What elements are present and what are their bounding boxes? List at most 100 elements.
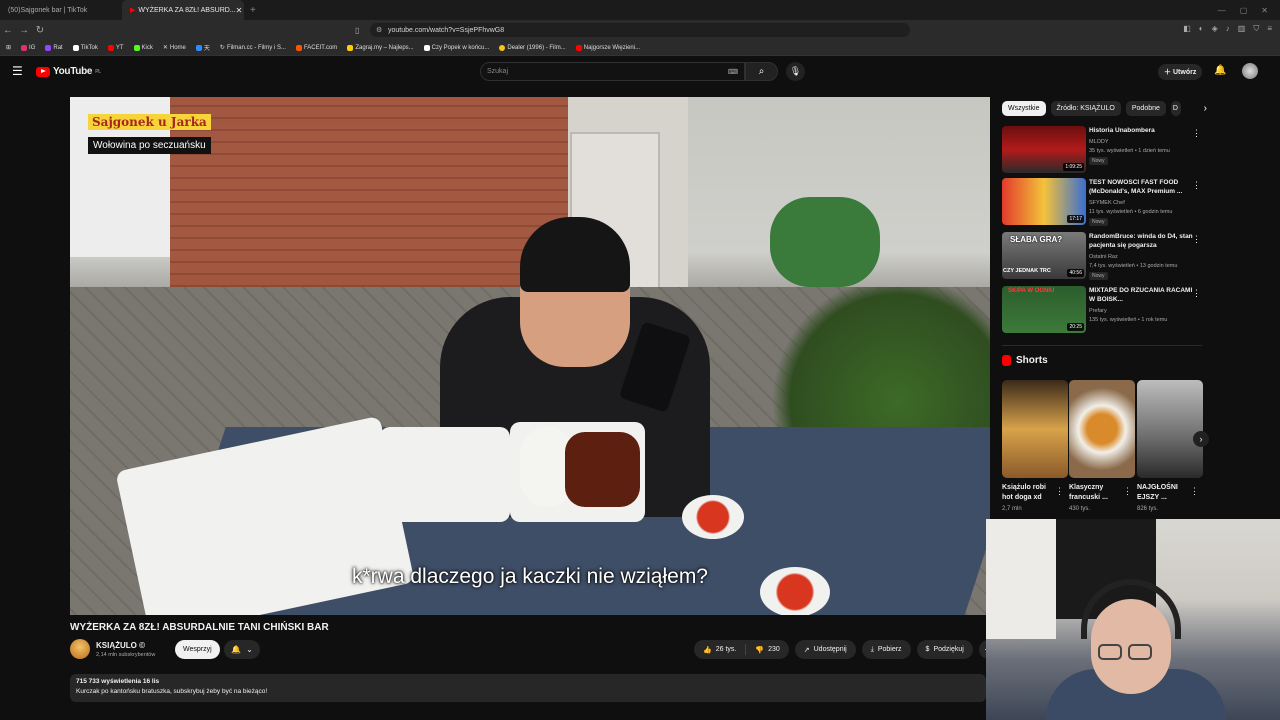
- account-avatar[interactable]: [1242, 63, 1258, 79]
- duration: 40:56: [1067, 269, 1084, 277]
- bookmark-item[interactable]: Zagraj.my – Najleps...: [347, 44, 414, 51]
- rec-meta: 35 tys. wyświetleń • 1 dzień temu: [1089, 148, 1170, 154]
- extension-icon[interactable]: ◧: [1183, 24, 1191, 34]
- more-options-icon[interactable]: ⋮: [1192, 128, 1201, 139]
- channel-avatar[interactable]: [70, 639, 90, 659]
- more-options-icon[interactable]: ⋮: [1123, 486, 1132, 497]
- search-input[interactable]: Szukaj ⌨: [480, 62, 745, 81]
- bookmark-item[interactable]: TikTok: [72, 44, 98, 51]
- search-button[interactable]: ⌕: [745, 62, 778, 81]
- chip-all[interactable]: Wszystkie: [1002, 100, 1046, 116]
- chevron-right-icon[interactable]: ›: [1193, 431, 1209, 447]
- close-tab-icon[interactable]: ✕: [236, 6, 243, 15]
- bookmark-item[interactable]: Czy Popek w końcu...: [423, 44, 489, 51]
- bookmark-item[interactable]: YT: [107, 44, 124, 51]
- video-thumbnail: 17:17: [1002, 178, 1086, 225]
- translate-icon[interactable]: ◐: [1199, 24, 1204, 34]
- bookmark-item[interactable]: ↻ Filman.cc - Filmy i S...: [220, 44, 286, 52]
- tab-tiktok[interactable]: (50)Sajgonek bar | TikTok: [0, 0, 122, 20]
- bookmark-item[interactable]: Kick: [133, 44, 153, 51]
- youtube-logo[interactable]: YouTube PL: [36, 66, 101, 77]
- video-thumbnail: SKIPA W OGNIU 20:25: [1002, 286, 1086, 333]
- rat-icon: [45, 44, 52, 51]
- short-title[interactable]: Książulo robi hot doga xd: [1002, 483, 1058, 503]
- video-player[interactable]: Sajgonek u Jarka Wołowina po seczuańsku …: [70, 97, 990, 615]
- description-box[interactable]: 715 733 wyświetlenia 16 lis Kurczak po k…: [70, 674, 986, 702]
- video-thumbnail: 1:09:25: [1002, 126, 1086, 173]
- thumb-text: SKIPA W OGNIU: [1008, 288, 1055, 294]
- channel-name[interactable]: KSIĄŻULO ©: [96, 641, 145, 650]
- tab-label: WYŻERKA ZA 8ZŁ! ABSURD...: [138, 6, 236, 14]
- short-title[interactable]: NAJGŁOŚNI EJSZY ...: [1137, 483, 1193, 503]
- maximize-icon[interactable]: ▢: [1240, 6, 1248, 15]
- recommendation-item[interactable]: SKIPA W OGNIU 20:25 MIXTAPE DO RZUCANIA …: [1002, 286, 1207, 336]
- bookmark-label: IG: [29, 44, 36, 51]
- forward-icon[interactable]: →: [16, 25, 32, 36]
- recommendation-item[interactable]: 17:17 TEST NOWOŚCI FAST FOOD (McDonald's…: [1002, 178, 1207, 228]
- bookmark-item[interactable]: ✕ Home: [163, 44, 186, 52]
- create-button[interactable]: ＋ Utwórz: [1158, 64, 1203, 80]
- hamburger-menu-icon[interactable]: ☰: [12, 65, 24, 77]
- recommendation-item[interactable]: SŁABA GRA? CZY JEDNAK TRC 40:56 RandomBr…: [1002, 232, 1207, 282]
- bookmark-label: TikTok: [80, 44, 98, 51]
- thumbs-down-icon: 👎: [755, 646, 765, 654]
- support-button[interactable]: Wesprzyj: [175, 640, 220, 659]
- new-tab-button[interactable]: +: [244, 5, 262, 16]
- back-icon[interactable]: ←: [0, 25, 16, 36]
- chip-source[interactable]: Źródło: KSIĄŻULO: [1050, 100, 1121, 116]
- bookmark-icon[interactable]: ▯: [355, 26, 359, 35]
- share-button[interactable]: ↗ Udostępnij: [794, 640, 856, 659]
- keyboard-icon[interactable]: ⌨: [728, 68, 738, 76]
- short-thumbnail[interactable]: [1002, 380, 1068, 478]
- more-options-icon[interactable]: ⋮: [1190, 486, 1199, 497]
- short-title[interactable]: Klasyczny francuski ...: [1069, 483, 1125, 503]
- bookmark-label: Zagraj.my – Najleps...: [355, 44, 414, 51]
- like-button[interactable]: 👍 26 tys.: [694, 640, 745, 659]
- url-field[interactable]: ⚙ youtube.com/watch?v=SsjePFhvwG8: [370, 23, 910, 37]
- rec-title: Historia Unabombera: [1089, 127, 1155, 134]
- views-and-date: 715 733 wyświetlenia 16 lis: [76, 678, 160, 685]
- notification-toggle-button[interactable]: 🔔 ⌄: [224, 640, 260, 659]
- bookmark-item[interactable]: Dealer (1996) - Film...: [499, 44, 566, 51]
- shield-icon[interactable]: ⛉: [1253, 24, 1259, 34]
- more-options-icon[interactable]: ⋮: [1192, 234, 1201, 245]
- tab-youtube[interactable]: ▶ WYŻERKA ZA 8ZŁ! ABSURD... ✕: [122, 0, 244, 20]
- rec-channel: Ostatni Raz: [1089, 254, 1118, 260]
- chevron-right-icon[interactable]: ›: [1204, 103, 1207, 114]
- more-options-icon[interactable]: ⋮: [1192, 180, 1201, 191]
- menu-dots-icon[interactable]: ≡: [1267, 24, 1272, 34]
- bookmark-item[interactable]: Najgorsze Więzieni...: [575, 44, 640, 51]
- notifications-bell-icon[interactable]: 🔔: [1214, 65, 1226, 76]
- music-icon[interactable]: ♪: [1226, 24, 1230, 34]
- more-options-icon[interactable]: ⋮: [1192, 288, 1201, 299]
- chip-more[interactable]: D: [1170, 100, 1181, 116]
- apps-grid-icon[interactable]: ⊞: [6, 44, 11, 51]
- thanks-button[interactable]: $ Podziękuj: [916, 640, 973, 659]
- close-window-icon[interactable]: ✕: [1261, 6, 1268, 15]
- beanie: [520, 217, 630, 292]
- search-icon: ⌕: [758, 66, 765, 77]
- thumbs-up-icon: 👍: [703, 646, 712, 654]
- download-button[interactable]: ⤓ Pobierz: [861, 640, 911, 659]
- region-code: PL: [95, 68, 101, 75]
- rec-title: RandomBruce: winda do D4, stan pacjenta …: [1089, 233, 1193, 249]
- dislike-button[interactable]: 👎 230: [746, 640, 788, 659]
- short-thumbnail[interactable]: [1069, 380, 1135, 478]
- short-thumbnail[interactable]: [1137, 380, 1203, 478]
- bookmark-item[interactable]: 天: [195, 43, 210, 52]
- minimize-icon[interactable]: —: [1218, 6, 1226, 15]
- voice-search-button[interactable]: 🎙: [786, 62, 805, 81]
- site-info-icon[interactable]: ⚙: [376, 26, 382, 34]
- reload-icon[interactable]: ↻: [32, 25, 48, 36]
- bookmark-item[interactable]: Rat: [45, 44, 63, 51]
- more-options-icon[interactable]: ⋮: [1055, 486, 1064, 497]
- share-label: Udostępnij: [813, 646, 847, 653]
- window-controls: — ▢ ✕: [1218, 6, 1280, 15]
- sidebar-icon[interactable]: ▥: [1238, 24, 1246, 34]
- puzzle-icon[interactable]: ◈: [1212, 24, 1218, 34]
- bookmark-item[interactable]: FACEIT.com: [295, 44, 337, 51]
- rec-channel: MLODY: [1089, 139, 1109, 145]
- recommendation-item[interactable]: 1:09:25 Historia Unabombera MLODY 35 tys…: [1002, 126, 1207, 176]
- chip-similar[interactable]: Podobne: [1125, 100, 1166, 116]
- bookmark-item[interactable]: IG: [21, 44, 36, 51]
